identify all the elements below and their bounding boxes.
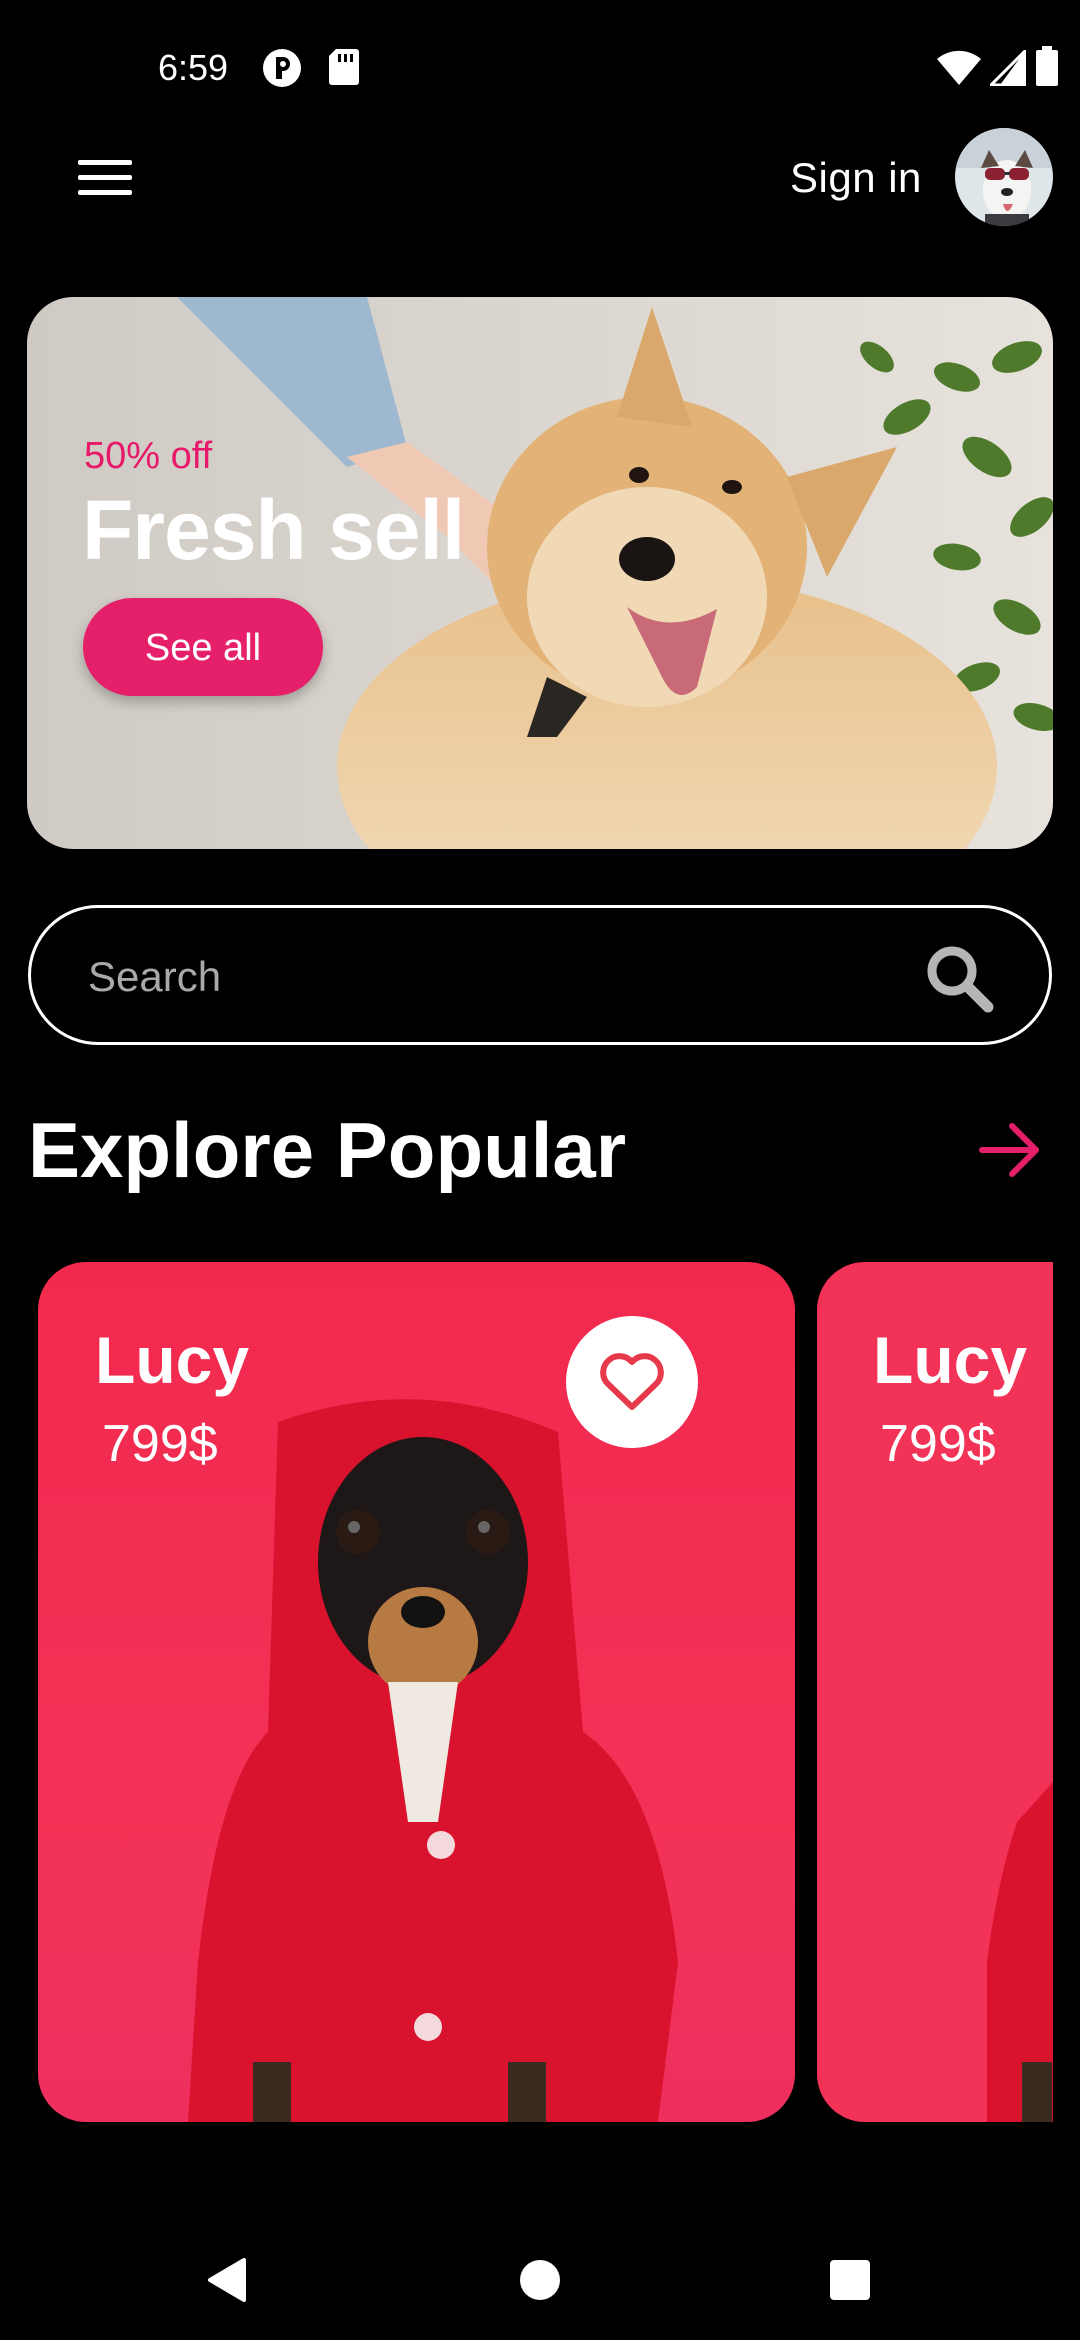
recents-button[interactable]: [810, 2250, 890, 2310]
banner-discount-label: 50% off: [84, 435, 213, 477]
product-price: 799$: [880, 1415, 996, 1473]
menu-button[interactable]: [70, 150, 140, 206]
home-button[interactable]: [500, 2250, 580, 2310]
favorite-button[interactable]: [566, 1316, 698, 1448]
notification-p-icon: [263, 49, 301, 87]
product-card[interactable]: Lucy 799$: [38, 1262, 795, 2122]
see-all-button[interactable]: See all: [83, 598, 323, 696]
product-price: 799$: [102, 1415, 218, 1473]
wifi-icon: [937, 50, 981, 85]
heart-outline-icon: [600, 1353, 664, 1410]
hamburger-menu-icon: [78, 160, 132, 195]
back-icon: [208, 2258, 246, 2302]
product-name: Lucy: [95, 1323, 250, 1397]
status-bar: 6:59: [0, 0, 1080, 140]
home-icon: [520, 2260, 560, 2300]
search-bar[interactable]: [28, 905, 1052, 1045]
battery-icon: [1036, 46, 1058, 86]
status-time: 6:59: [158, 47, 229, 88]
product-card[interactable]: Lucy 799$: [817, 1262, 1053, 2122]
sd-card-icon: [329, 49, 359, 85]
banner-title: Fresh sell: [82, 483, 465, 577]
cellular-signal-icon: [990, 50, 1026, 86]
sign-in-button[interactable]: Sign in: [790, 150, 922, 206]
product-name: Lucy: [873, 1323, 1028, 1397]
search-icon[interactable]: [924, 943, 994, 1013]
recents-icon: [830, 2260, 870, 2300]
search-input[interactable]: [86, 938, 890, 1016]
section-title: Explore Popular: [28, 1106, 627, 1194]
back-button[interactable]: [186, 2250, 266, 2310]
system-nav-bar: [0, 2220, 1080, 2340]
avatar[interactable]: [955, 128, 1053, 226]
arrow-right-icon[interactable]: [978, 1120, 1042, 1180]
